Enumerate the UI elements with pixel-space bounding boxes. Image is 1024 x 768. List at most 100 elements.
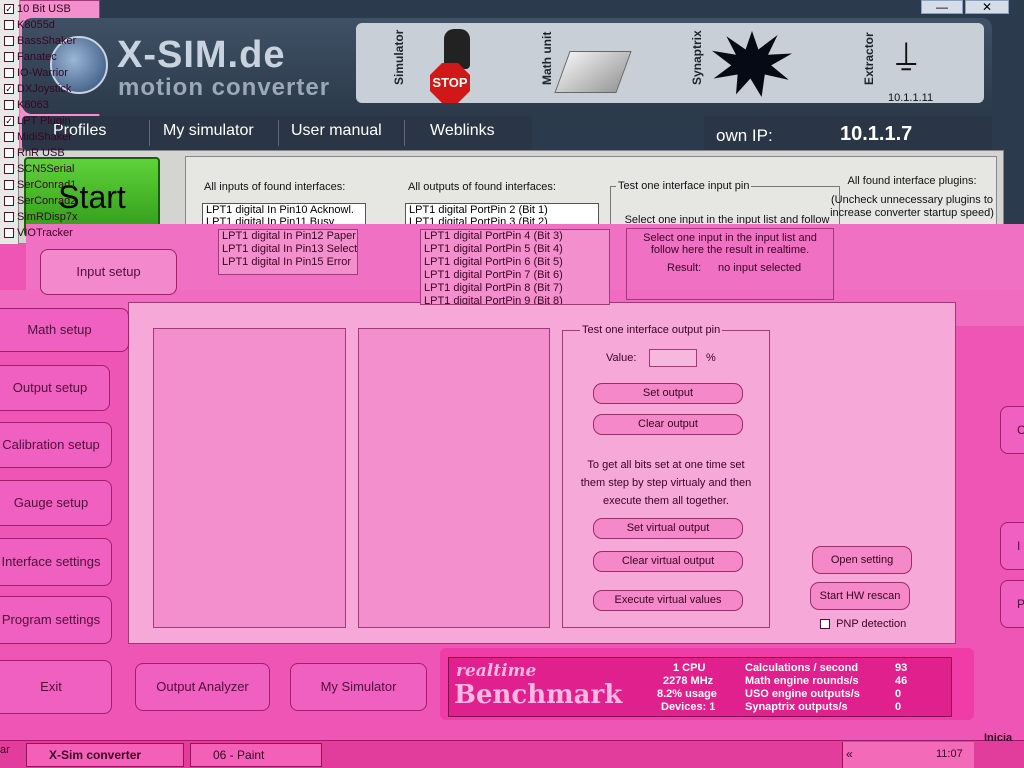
open-setting-button[interactable]: Open setting — [812, 546, 912, 574]
plugin-label: Fanatec — [17, 51, 57, 63]
simulator-label: Simulator — [392, 29, 406, 85]
checkbox-icon[interactable]: ✓ — [4, 4, 14, 15]
list-item[interactable]: LPT1 digital In Pin10 Acknowl. — [203, 204, 365, 216]
value-label: Value: — [606, 352, 637, 364]
checkbox-icon[interactable] — [4, 100, 14, 111]
clear-virtual-output-button[interactable]: Clear virtual output — [593, 551, 743, 572]
plugin-item[interactable]: Fanatec — [4, 51, 57, 66]
plugin-item[interactable]: VIOTracker — [4, 227, 73, 242]
checkbox-icon[interactable] — [4, 180, 14, 191]
synaptrix-burst-icon[interactable] — [712, 31, 792, 97]
checkbox-icon[interactable] — [4, 20, 14, 31]
benchmark-stat-value: 0 — [895, 688, 902, 700]
my-simulator-button[interactable]: My Simulator — [290, 663, 427, 711]
list-item[interactable]: LPT1 digital In Pin15 Error — [219, 256, 357, 269]
set-virtual-output-button[interactable]: Set virtual output — [593, 518, 743, 539]
list-item[interactable]: LPT1 digital PortPin 8 (Bit 7) — [421, 282, 609, 295]
close-button[interactable]: ✕ — [965, 0, 1009, 14]
set-output-button[interactable]: Set output — [593, 383, 743, 404]
taskbar-xsim-button[interactable]: X-Sim converter — [26, 743, 184, 767]
tray-expand-icon[interactable]: « — [846, 747, 853, 761]
checkbox-icon[interactable]: ✓ — [4, 84, 14, 95]
benchmark-word-benchmark: Benchmark — [454, 680, 623, 710]
plugin-item[interactable]: SimRDisp7x — [4, 211, 78, 226]
list-item[interactable]: LPT1 digital PortPin 4 (Bit 3) — [421, 230, 609, 243]
list-item[interactable]: LPT1 digital PortPin 2 (Bit 1) — [406, 204, 598, 216]
checkbox-icon[interactable] — [820, 619, 830, 630]
nav-weblinks[interactable]: Weblinks — [430, 122, 495, 140]
cpu-chip-icon[interactable] — [554, 51, 632, 93]
checkbox-icon[interactable] — [4, 132, 14, 143]
outputs-list-lower[interactable]: LPT1 digital PortPin 4 (Bit 3) LPT1 digi… — [420, 229, 610, 305]
checkbox-icon[interactable] — [4, 164, 14, 175]
list-item[interactable]: LPT1 digital In Pin12 Paper End — [219, 230, 357, 243]
taskbar-paint-button[interactable]: 06 - Paint — [190, 743, 322, 767]
exit-button[interactable]: Exit — [0, 660, 112, 714]
checkbox-icon[interactable] — [4, 196, 14, 207]
input-setup-button[interactable]: Input setup — [40, 249, 177, 295]
inputs-heading: All inputs of found interfaces: — [204, 181, 346, 193]
clear-output-button[interactable]: Clear output — [593, 414, 743, 435]
output-analyzer-button[interactable]: Output Analyzer — [135, 663, 270, 711]
plugin-item[interactable]: IO-Warrior — [4, 67, 68, 82]
right-edge-button[interactable]: P — [1000, 580, 1024, 628]
pnp-detection-checkbox[interactable]: PNP detection — [820, 618, 906, 630]
minimize-button[interactable]: — — [921, 0, 963, 14]
checkbox-icon[interactable] — [4, 212, 14, 223]
plugin-item[interactable]: K8063 — [4, 99, 49, 114]
logo-subtitle: motion converter — [118, 74, 331, 101]
inputs-list-lower[interactable]: LPT1 digital In Pin12 Paper End LPT1 dig… — [218, 229, 358, 275]
nav-my-simulator[interactable]: My simulator — [163, 122, 254, 140]
extractor-ip: 10.1.1.11 — [888, 92, 934, 104]
execute-virtual-values-button[interactable]: Execute virtual values — [593, 590, 743, 611]
stop-sign-icon[interactable]: STOP — [430, 63, 470, 103]
plugin-item[interactable]: ✓ LPT Plugin — [4, 115, 71, 130]
outputs-heading: All outputs of found interfaces: — [408, 181, 556, 193]
checkbox-icon[interactable]: ✓ — [4, 116, 14, 127]
checkbox-icon[interactable] — [4, 52, 14, 63]
plugin-item[interactable]: K8055d — [4, 19, 55, 34]
plugin-item[interactable]: RnR USB — [4, 147, 65, 162]
plugin-item[interactable]: MidiShaker — [4, 131, 72, 146]
benchmark-stat-label: USO engine outputs/s — [745, 688, 860, 700]
plugin-item[interactable]: ✓ 10 Bit USB — [4, 3, 71, 18]
plugin-item[interactable]: SerConrad2 — [4, 195, 76, 210]
main-nav: Profiles My simulator User manual Weblin… — [22, 116, 532, 150]
plugin-item[interactable]: BassShaker — [4, 35, 76, 50]
hw-rescan-button[interactable]: Start HW rescan — [810, 582, 910, 610]
interface-settings-button[interactable]: Interface settings — [0, 538, 112, 586]
nav-user-manual[interactable]: User manual — [291, 122, 382, 140]
taskbar-start-fragment[interactable]: ar — [0, 744, 10, 756]
checkbox-icon[interactable] — [4, 228, 14, 239]
antenna-icon[interactable]: ⍊ — [896, 35, 916, 74]
taskbar-clock: 11:07 — [936, 748, 963, 760]
plugin-label: BassShaker — [17, 35, 77, 47]
list-item[interactable]: LPT1 digital PortPin 7 (Bit 6) — [421, 269, 609, 282]
benchmark-stat-label: Math engine rounds/s — [745, 675, 859, 687]
right-edge-button[interactable]: C — [1000, 406, 1024, 454]
right-edge-button[interactable]: I — [1000, 522, 1024, 570]
math-setup-button[interactable]: Math setup — [0, 308, 129, 352]
plugin-item[interactable]: SCN5Serial — [4, 163, 74, 178]
checkbox-icon[interactable] — [4, 68, 14, 79]
benchmark-word-realtime: realtime — [456, 661, 537, 681]
plugin-item[interactable]: ✓ DXJoystick — [4, 83, 71, 98]
gauge-setup-button[interactable]: Gauge setup — [0, 480, 112, 526]
plugin-item[interactable]: SerConrad1 — [4, 179, 76, 194]
checkbox-icon[interactable] — [4, 36, 14, 47]
plugin-label: IO-Warrior — [17, 67, 68, 79]
nav-divider — [149, 120, 150, 146]
list-item[interactable]: LPT1 digital PortPin 9 (Bit 8) — [421, 295, 609, 304]
calibration-setup-button[interactable]: Calibration setup — [0, 422, 112, 468]
outputs-list-area — [358, 328, 550, 628]
program-settings-button[interactable]: Program settings — [0, 596, 112, 644]
value-input[interactable] — [649, 349, 697, 367]
list-item[interactable]: LPT1 digital In Pin13 Select — [219, 243, 357, 256]
plugin-label: K8055d — [17, 19, 55, 31]
checkbox-icon[interactable] — [4, 148, 14, 159]
list-item[interactable]: LPT1 digital PortPin 5 (Bit 4) — [421, 243, 609, 256]
test-input-description-lower: Select one input in the input list and f… — [643, 232, 817, 256]
iniciar-fragment[interactable]: Inicia — [984, 732, 1024, 750]
list-item[interactable]: LPT1 digital PortPin 6 (Bit 5) — [421, 256, 609, 269]
output-setup-button[interactable]: Output setup — [0, 365, 110, 411]
